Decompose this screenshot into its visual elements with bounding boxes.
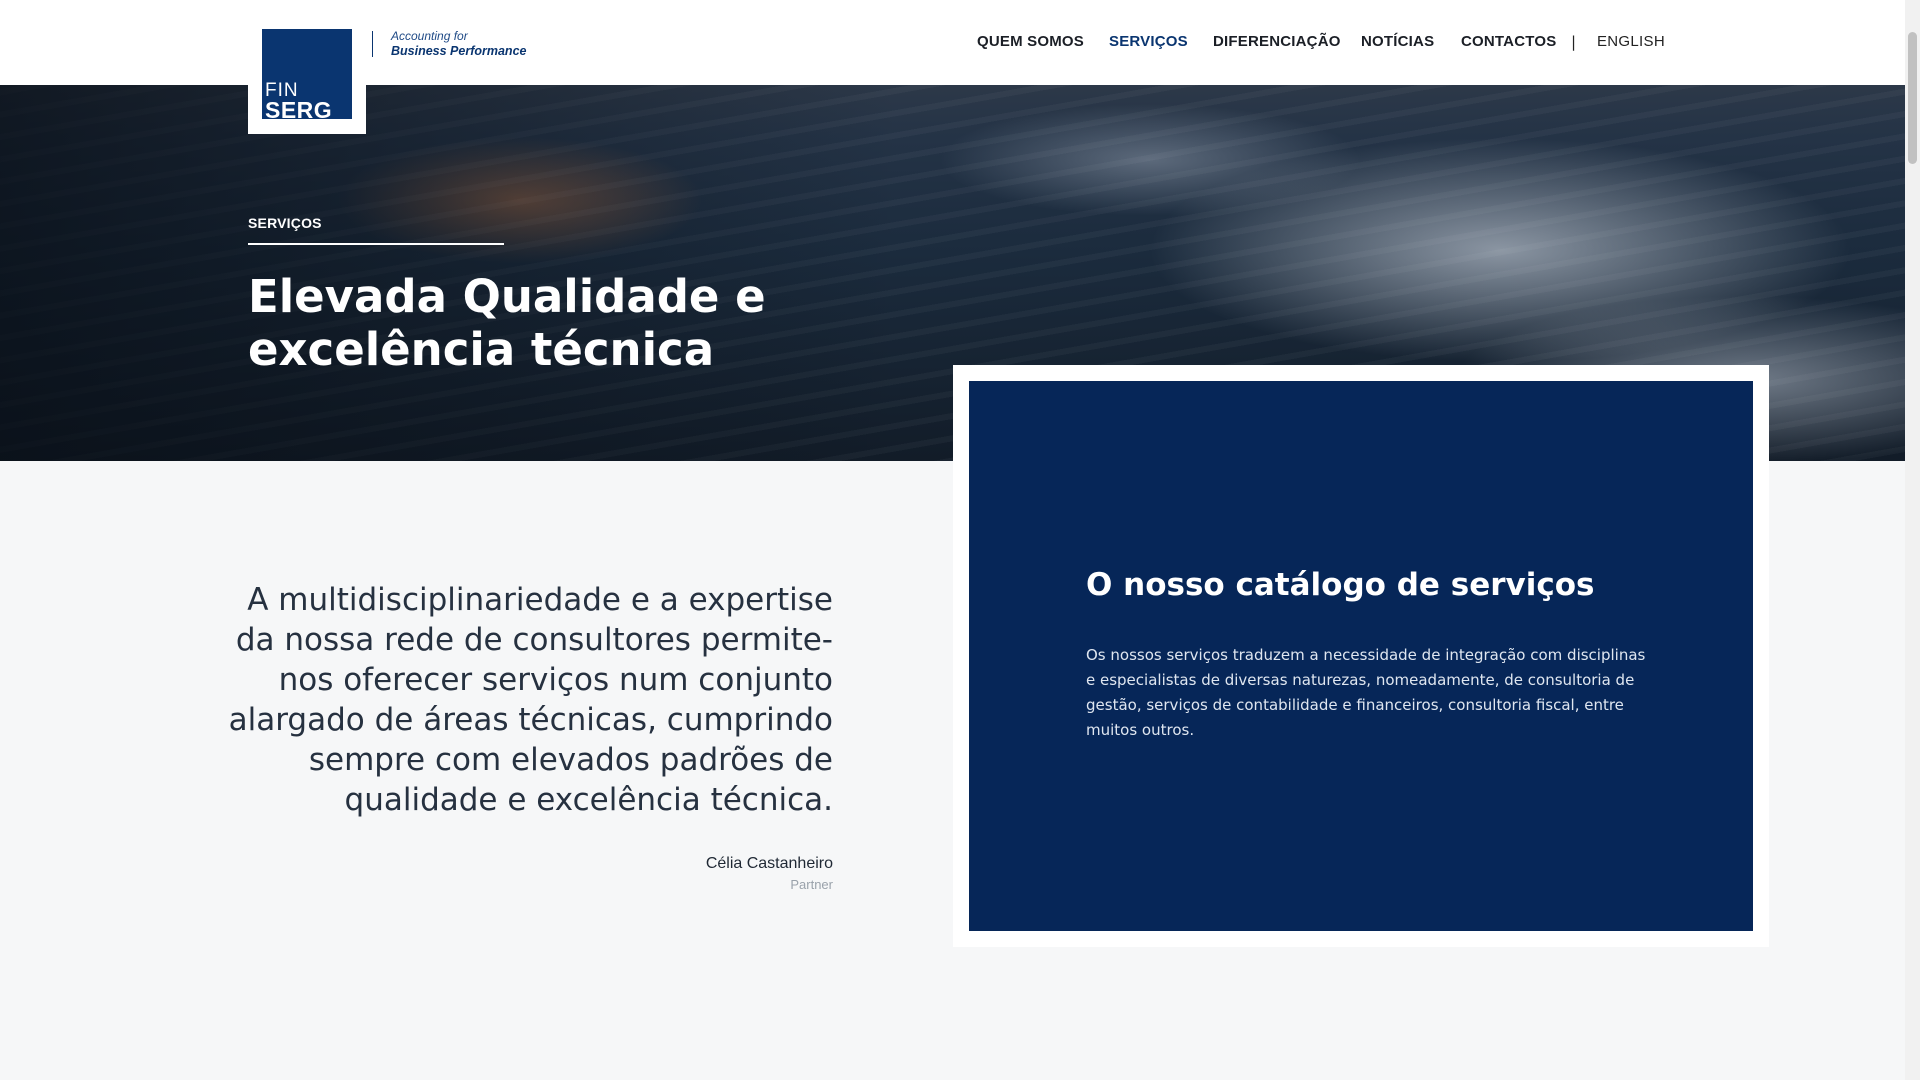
nav-item-servicos[interactable]: SERVIÇOS (1109, 33, 1188, 50)
catalog-card: O nosso catálogo de serviços Os nossos s… (969, 381, 1753, 931)
partner-quote: A multidisciplinariedade e a expertise d… (228, 582, 833, 818)
catalog-card-frame: O nosso catálogo de serviços Os nossos s… (953, 365, 1769, 947)
catalog-title: O nosso catálogo de serviços (1086, 567, 1595, 603)
page-scrollbar[interactable] (1905, 0, 1920, 1080)
logo-text-serg: SERG (265, 97, 333, 123)
hero-title: Elevada Qualidade e excelência técnica (248, 270, 766, 376)
page: Accounting for Business Performance QUEM… (0, 0, 1920, 1080)
nav-item-noticias[interactable]: NOTÍCIAS (1361, 33, 1434, 50)
nav-item-quem-somos[interactable]: QUEM SOMOS (977, 33, 1084, 50)
quote-author-role: Partner (790, 877, 833, 892)
tagline-line2: Business Performance (391, 44, 527, 58)
scrollbar-thumb[interactable] (1908, 32, 1917, 164)
section-eyebrow: SERVIÇOS (248, 215, 504, 245)
tagline-line1: Accounting for (391, 29, 468, 43)
nav-item-diferenciacao[interactable]: DIFERENCIAÇÃO (1213, 33, 1341, 50)
finserg-logo[interactable]: FIN SERG (248, 18, 366, 134)
nav-item-contactos[interactable]: CONTACTOS (1461, 33, 1556, 50)
language-switch-english[interactable]: ENGLISH (1597, 33, 1665, 50)
catalog-description: Os nossos serviços traduzem a necessidad… (1086, 646, 1646, 739)
quote-author: Célia Castanheiro (705, 855, 833, 872)
tagline-divider (372, 31, 373, 57)
logo-mark: FIN SERG (262, 29, 352, 123)
nav-separator: | (1571, 33, 1577, 51)
